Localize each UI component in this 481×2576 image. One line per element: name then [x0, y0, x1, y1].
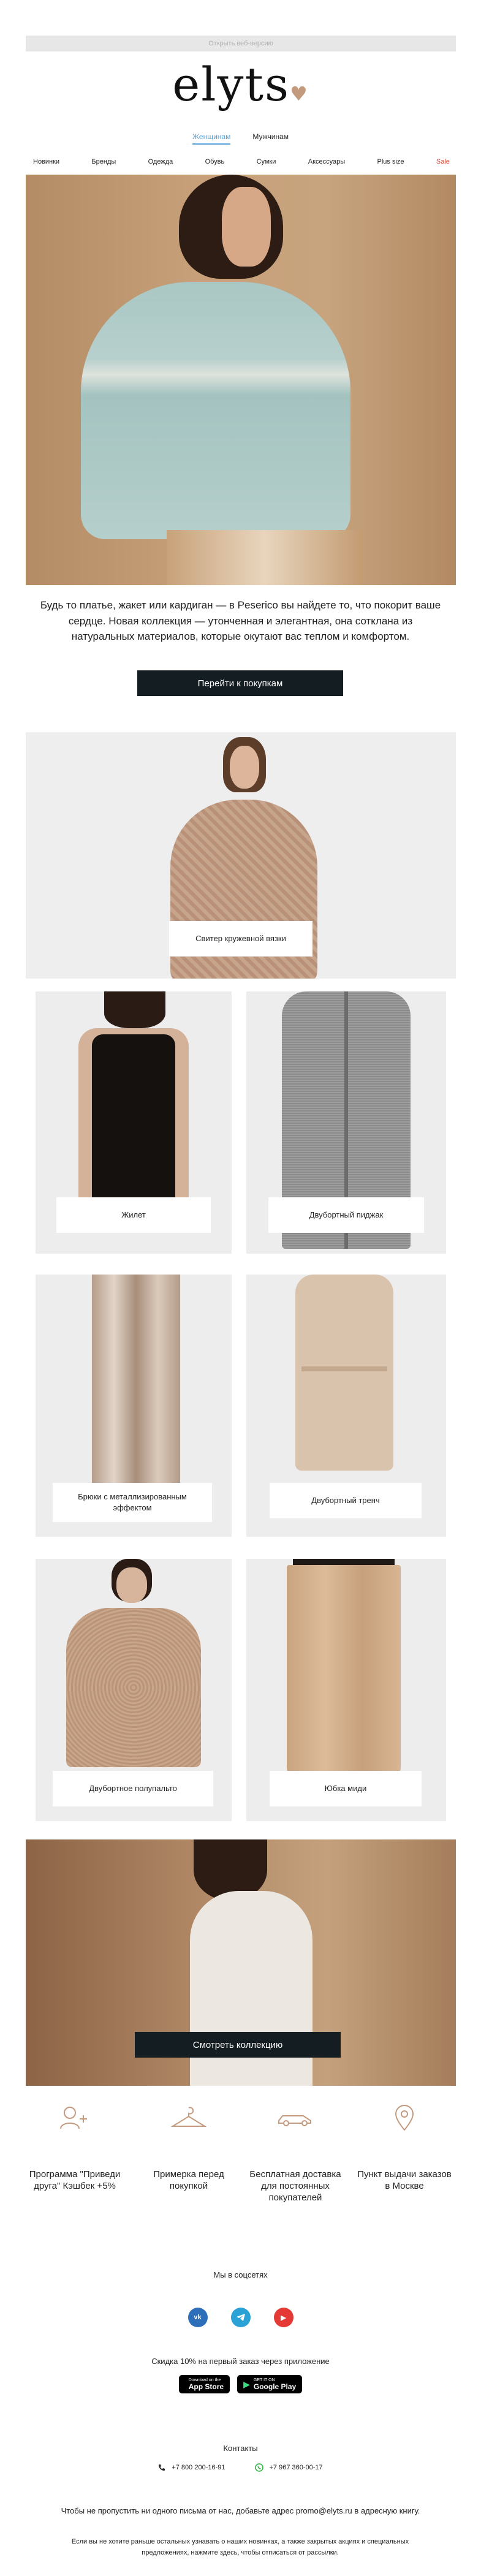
- app-store-links: Download on the App Store ▶ GET IT ON Goog…: [0, 2375, 481, 2393]
- feature-refer-friend[interactable]: Программа "Приведи друга" Кэшбек +5%: [26, 2099, 124, 2192]
- car-icon: [246, 2099, 344, 2136]
- user-plus-icon: [26, 2099, 124, 2136]
- product-card-metallic-trousers[interactable]: Брюки с металлизированным эффектом: [36, 1275, 232, 1537]
- whatsapp-number: +7 967 360-00-17: [269, 2464, 323, 2471]
- menu-item-shoes[interactable]: Обувь: [205, 158, 225, 165]
- feature-pickup-point[interactable]: Пункт выдачи заказов в Москве: [355, 2099, 453, 2192]
- product-label-metallic-trousers: Брюки с металлизированным эффектом: [53, 1483, 212, 1522]
- model-hair: [104, 991, 165, 1028]
- hanger-icon: [140, 2099, 238, 2136]
- feature-text: Пункт выдачи заказов в Москве: [357, 2169, 452, 2191]
- product-label-trench: Двубортный тренч: [270, 1483, 422, 1518]
- tab-men[interactable]: Мужчинам: [252, 132, 289, 145]
- logo[interactable]: elyts♥: [0, 61, 481, 108]
- app-discount-title: Скидка 10% на первый заказ через приложе…: [151, 2357, 330, 2366]
- product-label-lace-sweater: Свитер кружевной вязки: [169, 921, 312, 957]
- app-store-small-text: Download on the: [188, 2377, 221, 2382]
- vk-icon[interactable]: vk: [187, 2308, 208, 2327]
- beige-trench: [295, 1275, 393, 1471]
- beige-skirt: [287, 1565, 401, 1779]
- teddy-coat: [66, 1608, 201, 1767]
- hero-sweater: [81, 282, 350, 539]
- menu-item-sale[interactable]: Sale: [436, 158, 450, 165]
- menu-item-accessories[interactable]: Аксессуары: [308, 158, 345, 165]
- phone-number: +7 800 200-16-91: [172, 2464, 225, 2471]
- hero-skirt: [167, 530, 363, 585]
- menu-item-new[interactable]: Новинки: [33, 158, 59, 165]
- product-card-midi-skirt[interactable]: Юбка миди: [246, 1559, 446, 1821]
- feature-fitting[interactable]: Примерка перед покупкой: [140, 2099, 238, 2192]
- phone-contact[interactable]: +7 800 200-16-91: [158, 2463, 225, 2472]
- app-store-button[interactable]: Download on the App Store: [178, 2375, 230, 2393]
- trench-belt: [301, 1366, 387, 1371]
- menu-item-brands[interactable]: Бренды: [91, 158, 116, 165]
- menu-item-plus-size[interactable]: Plus size: [377, 158, 404, 165]
- social-title: Мы в соцсетях: [213, 2270, 268, 2279]
- skirt-belt: [293, 1559, 395, 1565]
- black-vest: [92, 1034, 175, 1224]
- menu-item-bags[interactable]: Сумки: [257, 158, 276, 165]
- contacts-title: Контакты: [223, 2444, 258, 2453]
- gender-tabs: Женщинам Мужчинам: [0, 132, 481, 145]
- footer-unsubscribe-note[interactable]: Если вы не хотите раньше остальных узнав…: [56, 2537, 424, 2558]
- hero-description: Будь то платье, жакет или кардиган — в P…: [40, 599, 441, 642]
- whatsapp-icon: [254, 2463, 263, 2472]
- shop-now-button[interactable]: Перейти к покупкам: [137, 670, 343, 696]
- model-face: [116, 1567, 147, 1603]
- feature-free-delivery[interactable]: Бесплатная доставка для постоянных покуп…: [246, 2099, 344, 2203]
- feature-text: Бесплатная доставка для постоянных покуп…: [249, 2169, 341, 2203]
- footer-address-book-note: Чтобы не пропустить ни одного письма от …: [61, 2506, 420, 2515]
- telegram-icon[interactable]: [230, 2308, 251, 2327]
- hero-model-face: [222, 187, 271, 267]
- product-card-vest[interactable]: Жилет: [36, 991, 232, 1254]
- social-links: vk ▶: [0, 2308, 481, 2327]
- map-pin-icon: [355, 2099, 453, 2136]
- google-play-small-text: GET IT ON: [253, 2377, 275, 2382]
- product-card-trench[interactable]: Двубортный тренч: [246, 1275, 446, 1537]
- feature-text: Программа "Приведи друга" Кэшбек +5%: [29, 2169, 121, 2191]
- google-play-icon: ▶: [243, 2379, 250, 2389]
- contacts-list: +7 800 200-16-91 +7 967 360-00-17: [0, 2463, 481, 2472]
- product-card-double-breasted-jacket[interactable]: Двубортный пиджак: [246, 991, 446, 1254]
- heart-icon: ♥: [290, 82, 309, 105]
- watch-collection-button[interactable]: Смотреть коллекцию: [135, 2032, 341, 2058]
- logo-text: elyts: [172, 57, 290, 112]
- product-card-half-coat[interactable]: Двубортное полупальто: [36, 1559, 232, 1821]
- whatsapp-contact[interactable]: +7 967 360-00-17: [254, 2463, 323, 2472]
- menu-item-clothing[interactable]: Одежда: [148, 158, 173, 165]
- app-store-label: App Store: [188, 2382, 224, 2391]
- google-play-button[interactable]: ▶ GET IT ON Google Play: [237, 2375, 303, 2393]
- phone-icon: [159, 2464, 165, 2471]
- featured-product-card[interactable]: Свитер кружевной вязки: [26, 732, 456, 979]
- web-version-link[interactable]: Открыть веб-версию: [26, 36, 456, 51]
- main-menu: Новинки Бренды Одежда Обувь Сумки Аксесс…: [33, 158, 450, 165]
- model-face: [230, 746, 259, 789]
- product-label-half-coat: Двубортное полупальто: [53, 1771, 213, 1806]
- hero-image[interactable]: [26, 175, 456, 585]
- tab-women[interactable]: Женщинам: [192, 132, 231, 145]
- youtube-icon[interactable]: ▶: [273, 2308, 294, 2327]
- product-label-midi-skirt: Юбка миди: [270, 1771, 422, 1806]
- feature-text: Примерка перед покупкой: [153, 2169, 224, 2191]
- product-label-vest: Жилет: [56, 1197, 211, 1233]
- google-play-label: Google Play: [253, 2382, 297, 2391]
- product-label-double-breasted-jacket: Двубортный пиджак: [268, 1197, 424, 1233]
